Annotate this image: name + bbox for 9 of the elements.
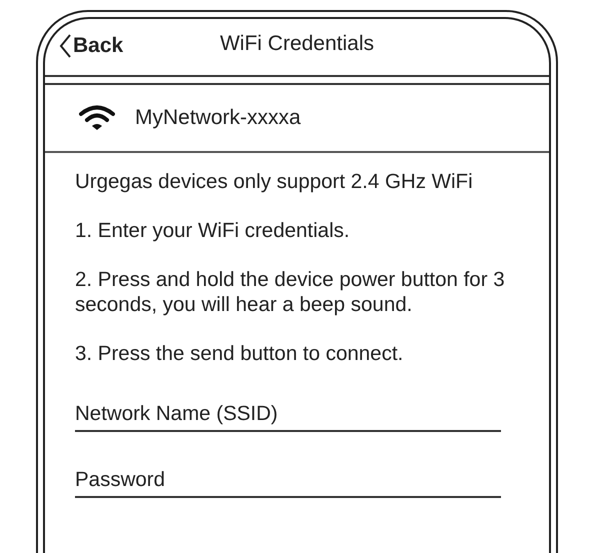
wifi-icon bbox=[79, 105, 115, 131]
screen-title: WiFi Credentials bbox=[220, 32, 374, 56]
instruction-text: 2. Press and hold the device power button for 3 seconds, you will hear a beep sound. bbox=[75, 267, 505, 317]
instruction-text: 1. Enter your WiFi credentials. bbox=[75, 218, 351, 243]
chevron-left-icon bbox=[59, 34, 71, 58]
instruction-text: 3. Press the send button to connect. bbox=[75, 341, 404, 366]
back-button[interactable]: Back bbox=[59, 34, 124, 58]
network-name: MyNetwork-xxxxa bbox=[135, 106, 301, 130]
instruction-text: Urgegas devices only support 2.4 GHz WiFi bbox=[75, 169, 474, 194]
